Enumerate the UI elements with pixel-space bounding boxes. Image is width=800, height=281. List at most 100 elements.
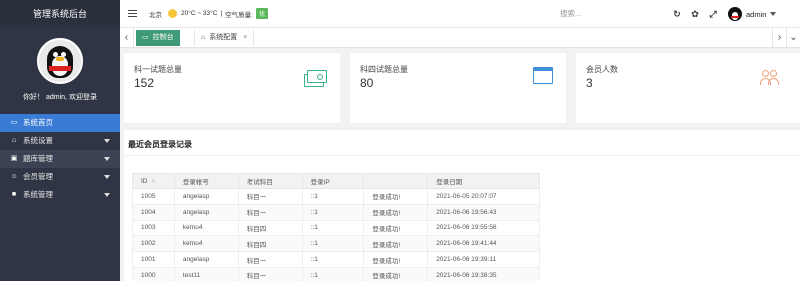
- cell-id: 1001: [132, 251, 175, 268]
- cell-id: 1002: [132, 235, 175, 253]
- stat-card-subject1: 科一试题总量 152: [124, 53, 340, 123]
- sidebar: 管理系统后台 你好！ admin, 欢迎登录 ▭ 系统首页 ⌂ 系统设置 ▣ 题…: [0, 0, 120, 281]
- cell-account: angelasp: [173, 203, 239, 221]
- stat-value: 3: [586, 76, 593, 90]
- login-records-table: ID ⇅ 登录帐号 考试科目 登录IP 登录日期 1005 angelasp 科目…: [132, 173, 540, 281]
- tab-menu-icon[interactable]: ⌄: [786, 28, 800, 48]
- close-icon[interactable]: ×: [243, 30, 247, 46]
- cell-account: angelasp: [173, 251, 239, 268]
- cell-date: 2021-06-06 19:56:43: [427, 203, 540, 221]
- stat-label: 科四试题总量: [360, 65, 408, 74]
- tab-scroll-left-icon[interactable]: ‹: [120, 28, 134, 48]
- sidebar-item-label: 会员管理: [23, 172, 53, 181]
- cell-id: 1003: [132, 219, 175, 237]
- cell-date: 2021-06-06 19:38:35: [427, 266, 540, 281]
- stat-card-members: 会员人数 3: [576, 53, 800, 123]
- search-input[interactable]: 搜索...: [560, 8, 650, 19]
- cell-account: kemu4: [173, 219, 239, 237]
- top-bar: 北京 20°C ~ 33°C | 空气质量: 优 搜索... ↻ ✿ ⤢ adm…: [120, 0, 800, 28]
- user-name[interactable]: admin: [746, 10, 766, 19]
- refresh-icon[interactable]: ↻: [668, 9, 686, 20]
- sidebar-item-members[interactable]: ☺ 会员管理: [0, 168, 120, 186]
- tab-dashboard[interactable]: ▭ 控制台: [136, 30, 180, 46]
- sort-icon[interactable]: ⇅: [152, 179, 156, 185]
- cell-id: 1000: [132, 266, 175, 281]
- tab-scroll-right-icon[interactable]: ›: [772, 28, 786, 48]
- cell-account: kemu4: [173, 235, 239, 253]
- chevron-down-icon: [104, 157, 110, 161]
- sidebar-menu: ▭ 系统首页 ⌂ 系统设置 ▣ 题库管理 ☺ 会员管理 ■ 系统管理: [0, 114, 120, 204]
- cell-subject: 科目一: [237, 266, 303, 281]
- table-row: 1005 angelasp 科目一 ::1 登录成功! 2021-06-05 2…: [132, 188, 540, 205]
- money-icon: [304, 70, 327, 87]
- tab-label: 系统配置: [209, 34, 238, 41]
- sidebar-item-label: 系统设置: [23, 136, 53, 145]
- profile-avatar[interactable]: [37, 38, 83, 84]
- sidebar-item-settings[interactable]: ⌂ 系统设置: [0, 132, 120, 150]
- cell-ip: ::1: [301, 188, 365, 205]
- cell-status: 登录成功!: [363, 235, 429, 253]
- cell-ip: ::1: [301, 266, 365, 281]
- menu-toggle-icon[interactable]: [128, 9, 137, 18]
- stat-label: 科一试题总量: [134, 65, 182, 74]
- theme-icon[interactable]: ✿: [686, 9, 704, 20]
- cell-date: 2021-06-06 19:39:11: [427, 251, 540, 268]
- column-header-account: 登录帐号: [173, 173, 239, 189]
- chevron-down-icon[interactable]: [770, 12, 777, 16]
- tab-system-config[interactable]: ⌂ 系统配置 ×: [194, 30, 255, 46]
- weather-widget: 北京 20°C ~ 33°C | 空气质量: 优: [149, 8, 268, 19]
- cell-subject: 科目一: [237, 188, 303, 205]
- column-header-status: [363, 173, 429, 189]
- stat-value: 80: [360, 76, 374, 90]
- table-row: 1003 kemu4 科目四 ::1 登录成功! 2021-06-06 19:5…: [132, 219, 540, 237]
- cell-status: 登录成功!: [363, 219, 429, 237]
- cell-ip: ::1: [301, 219, 365, 237]
- monitor-icon: ▭: [142, 34, 149, 41]
- table-row: 1001 angelasp 科目一 ::1 登录成功! 2021-06-06 1…: [132, 251, 540, 268]
- column-header-ip: 登录IP: [301, 173, 365, 189]
- cell-ip: ::1: [301, 203, 365, 221]
- cell-id: 1004: [132, 203, 175, 221]
- sidebar-item-system[interactable]: ■ 系统管理: [0, 186, 120, 204]
- stat-label: 会员人数: [586, 65, 618, 74]
- table-row: 1004 angelasp 科目一 ::1 登录成功! 2021-06-06 1…: [132, 203, 540, 221]
- stat-value: 152: [134, 76, 155, 90]
- sidebar-item-label: 系统首页: [23, 118, 53, 127]
- cell-subject: 科目一: [237, 251, 303, 268]
- welcome-text: 你好！ admin, 欢迎登录: [23, 94, 97, 101]
- user-avatar[interactable]: [728, 7, 742, 21]
- chevron-down-icon: [104, 139, 110, 143]
- tab-label: 控制台: [152, 34, 174, 41]
- table-row: 1002 kemu4 科目四 ::1 登录成功! 2021-06-06 19:4…: [132, 235, 540, 253]
- cell-account: angelasp: [173, 188, 239, 205]
- cell-status: 登录成功!: [363, 203, 429, 221]
- users-icon: [759, 70, 783, 88]
- cell-subject: 科目一: [237, 203, 303, 221]
- home-icon: ⌂: [201, 34, 206, 41]
- cell-ip: ::1: [301, 235, 365, 253]
- column-header-id[interactable]: ID ⇅: [132, 173, 175, 189]
- sidebar-item-question-bank[interactable]: ▣ 题库管理: [0, 150, 120, 168]
- users-icon: ☺: [10, 173, 18, 180]
- column-header-subject: 考试科目: [237, 173, 303, 189]
- air-quality-badge: 优: [255, 8, 268, 19]
- fullscreen-icon[interactable]: ⤢: [704, 9, 722, 20]
- sidebar-item-label: 系统管理: [23, 190, 53, 199]
- weather-temp: 20°C ~ 33°C: [181, 10, 218, 17]
- cell-subject: 科目四: [237, 235, 303, 253]
- column-header-date: 登录日期: [427, 173, 540, 189]
- weather-city: 北京: [149, 11, 162, 19]
- monitor-icon: ▭: [10, 119, 18, 126]
- top-actions: ↻ ✿ ⤢ admin: [668, 7, 777, 21]
- cell-date: 2021-06-06 19:41:44: [427, 235, 540, 253]
- cell-status: 登录成功!: [363, 266, 429, 281]
- sidebar-item-home[interactable]: ▭ 系统首页: [0, 114, 120, 132]
- desktop-icon: ▣: [10, 155, 18, 162]
- sun-icon: [168, 9, 177, 18]
- divider: [124, 155, 800, 156]
- chevron-down-icon: [104, 193, 110, 197]
- list-icon: ■: [11, 191, 17, 198]
- cell-date: 2021-06-05 20:07:07: [427, 188, 540, 205]
- app-title: 管理系统后台: [0, 0, 120, 28]
- cell-account: test11: [173, 266, 239, 281]
